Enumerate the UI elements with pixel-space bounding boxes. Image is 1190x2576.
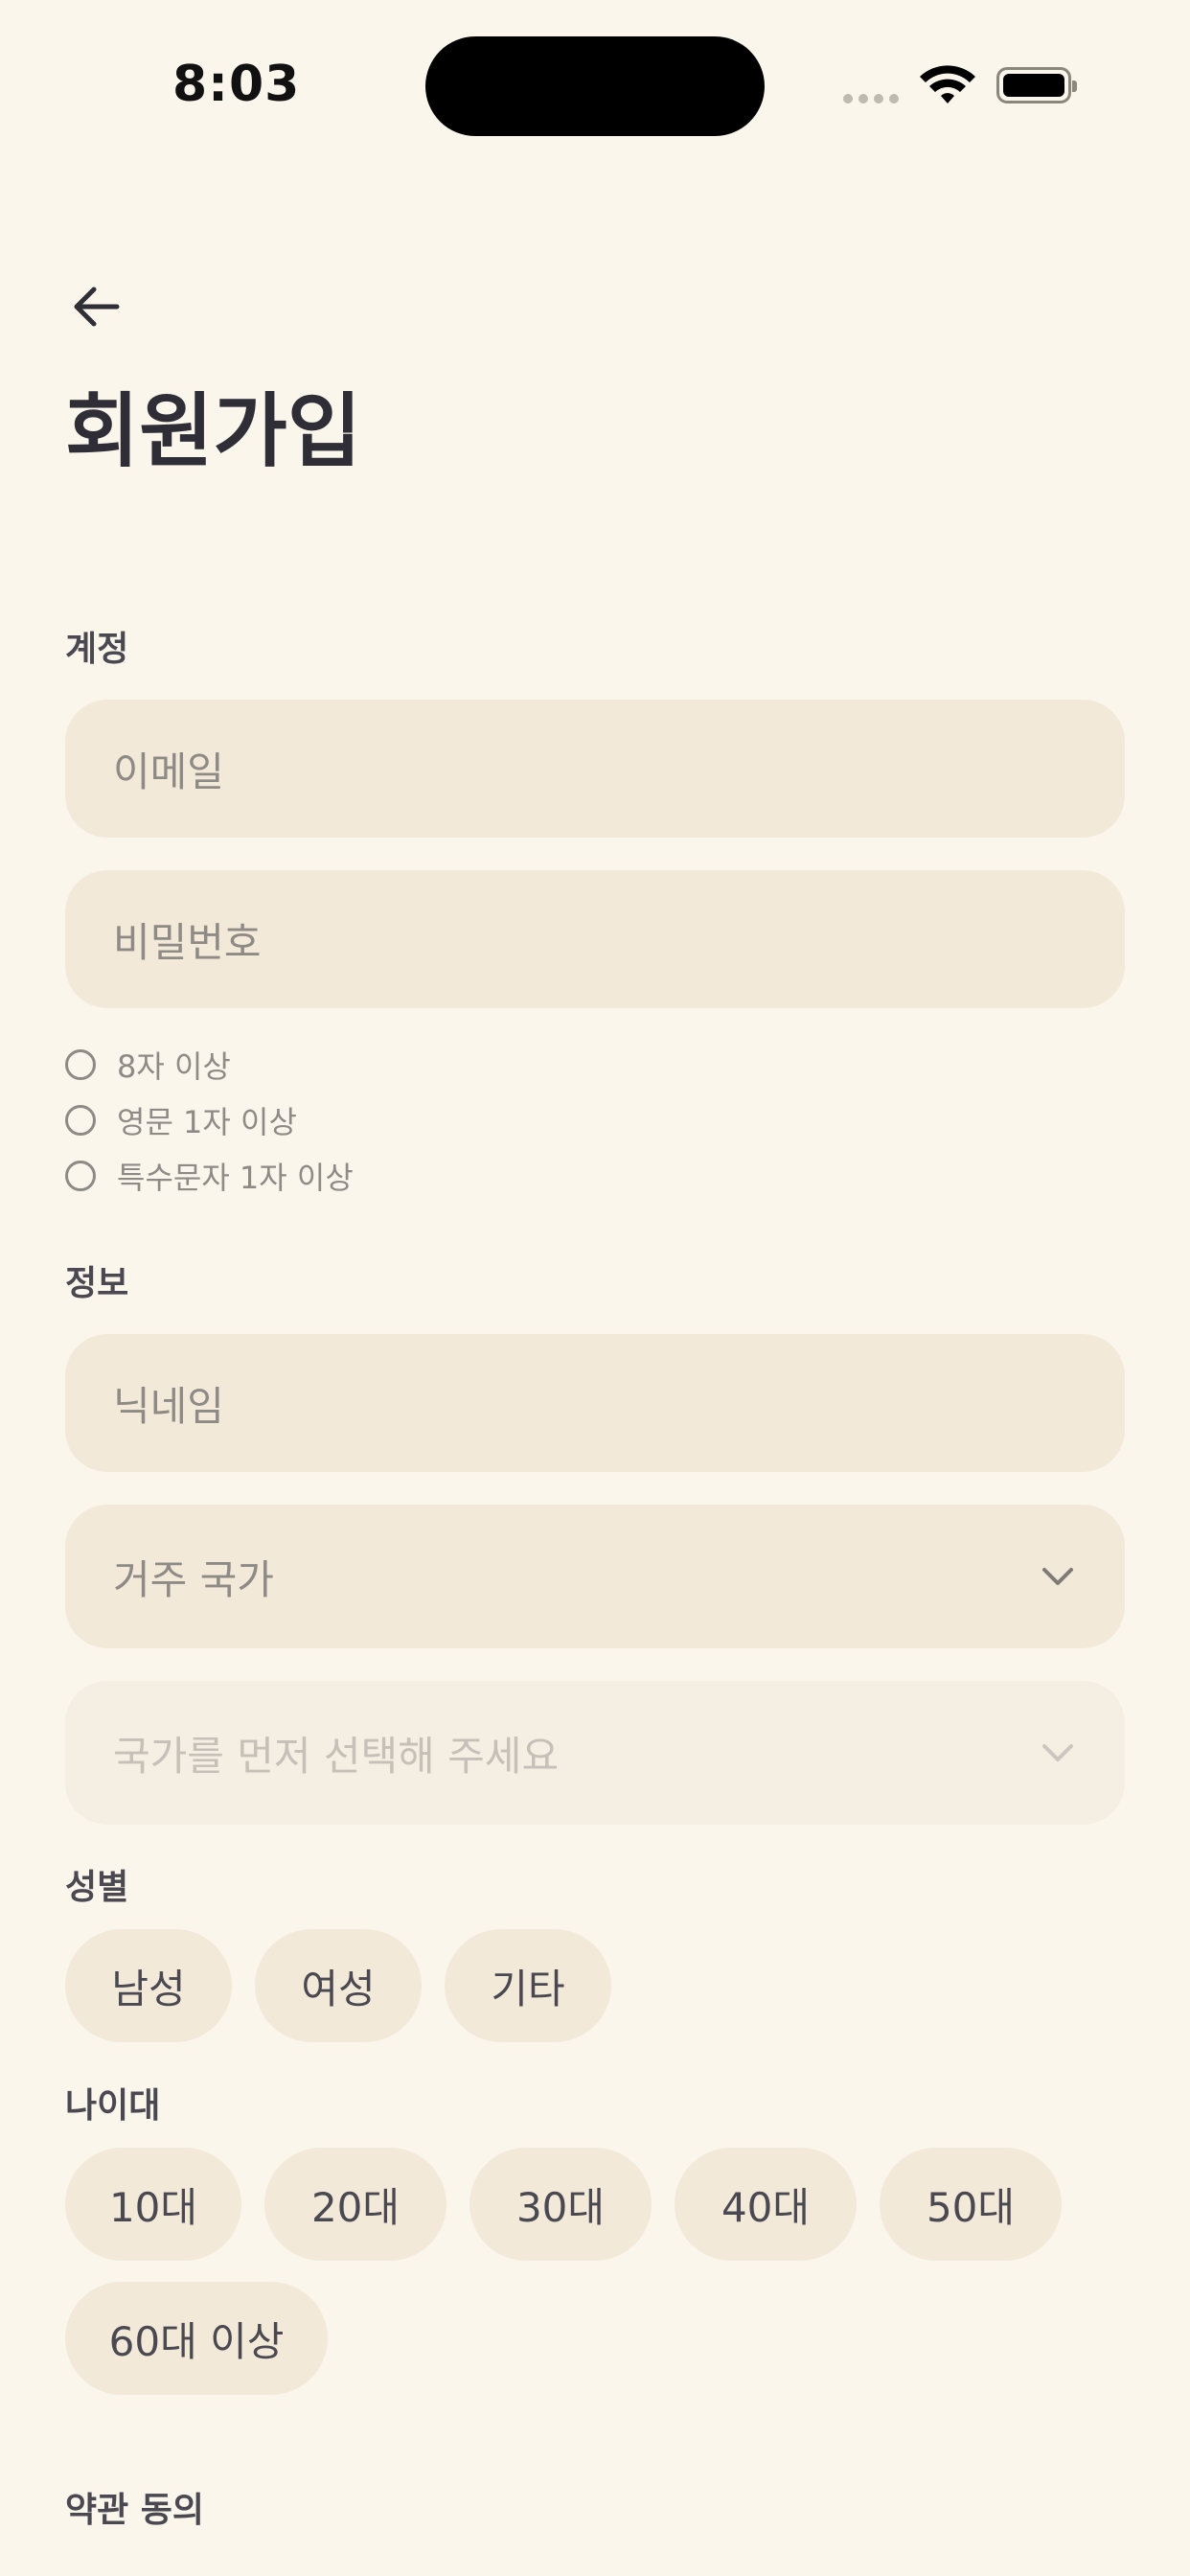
section-label-info: 정보: [65, 1264, 129, 1303]
page-title: 회원가입: [65, 384, 362, 478]
wifi-icon: [920, 65, 975, 104]
gender-chip-female[interactable]: 여성: [255, 1929, 422, 2042]
nickname-field[interactable]: 닉네임: [65, 1334, 1125, 1472]
battery-icon: [996, 67, 1077, 104]
rule-label: 특수문자 1자 이상: [117, 1160, 354, 1196]
region-select[interactable]: 국가를 먼저 선택해 주세요: [65, 1681, 1125, 1825]
rule-label: 영문 1자 이상: [117, 1104, 297, 1140]
gender-options: 남성 여성 기타: [65, 1929, 611, 2042]
back-arrow-icon[interactable]: [67, 278, 125, 335]
gender-chip-other[interactable]: 기타: [445, 1929, 611, 2042]
cellular-signal-icon: [843, 94, 899, 104]
unchecked-circle-icon: [65, 1161, 96, 1191]
age-options-row2: 60대 이상: [65, 2282, 328, 2395]
gender-chip-male[interactable]: 남성: [65, 1929, 232, 2042]
email-field[interactable]: 이메일: [65, 700, 1125, 838]
password-rule-length: 8자 이상: [65, 1043, 231, 1087]
nickname-placeholder: 닉네임: [113, 1382, 224, 1430]
password-rule-special: 특수문자 1자 이상: [65, 1154, 354, 1198]
age-chip-40s[interactable]: 40대: [675, 2148, 857, 2261]
age-chip-60s-plus[interactable]: 60대 이상: [65, 2282, 328, 2395]
section-label-account: 계정: [65, 630, 129, 669]
age-options-row1: 10대 20대 30대 40대 50대: [65, 2148, 1062, 2261]
status-time: 8:03: [172, 56, 301, 113]
chevron-down-icon: [1042, 1744, 1073, 1761]
password-rule-letter: 영문 1자 이상: [65, 1098, 297, 1142]
chevron-down-icon: [1042, 1568, 1073, 1585]
password-field[interactable]: 비밀번호: [65, 870, 1125, 1008]
unchecked-circle-icon: [65, 1105, 96, 1136]
country-select[interactable]: 거주 국가: [65, 1505, 1125, 1648]
section-label-age: 나이대: [65, 2086, 161, 2126]
dynamic-island: [425, 36, 765, 136]
rule-label: 8자 이상: [117, 1048, 231, 1085]
age-chip-30s[interactable]: 30대: [469, 2148, 652, 2261]
email-placeholder: 이메일: [113, 748, 224, 795]
section-label-gender: 성별: [65, 1868, 129, 1907]
region-placeholder: 국가를 먼저 선택해 주세요: [113, 1732, 560, 1780]
country-placeholder: 거주 국가: [113, 1555, 274, 1603]
unchecked-circle-icon: [65, 1049, 96, 1080]
password-placeholder: 비밀번호: [113, 918, 262, 966]
section-label-terms: 약관 동의: [65, 2491, 205, 2530]
age-chip-10s[interactable]: 10대: [65, 2148, 241, 2261]
age-chip-20s[interactable]: 20대: [264, 2148, 446, 2261]
age-chip-50s[interactable]: 50대: [880, 2148, 1062, 2261]
